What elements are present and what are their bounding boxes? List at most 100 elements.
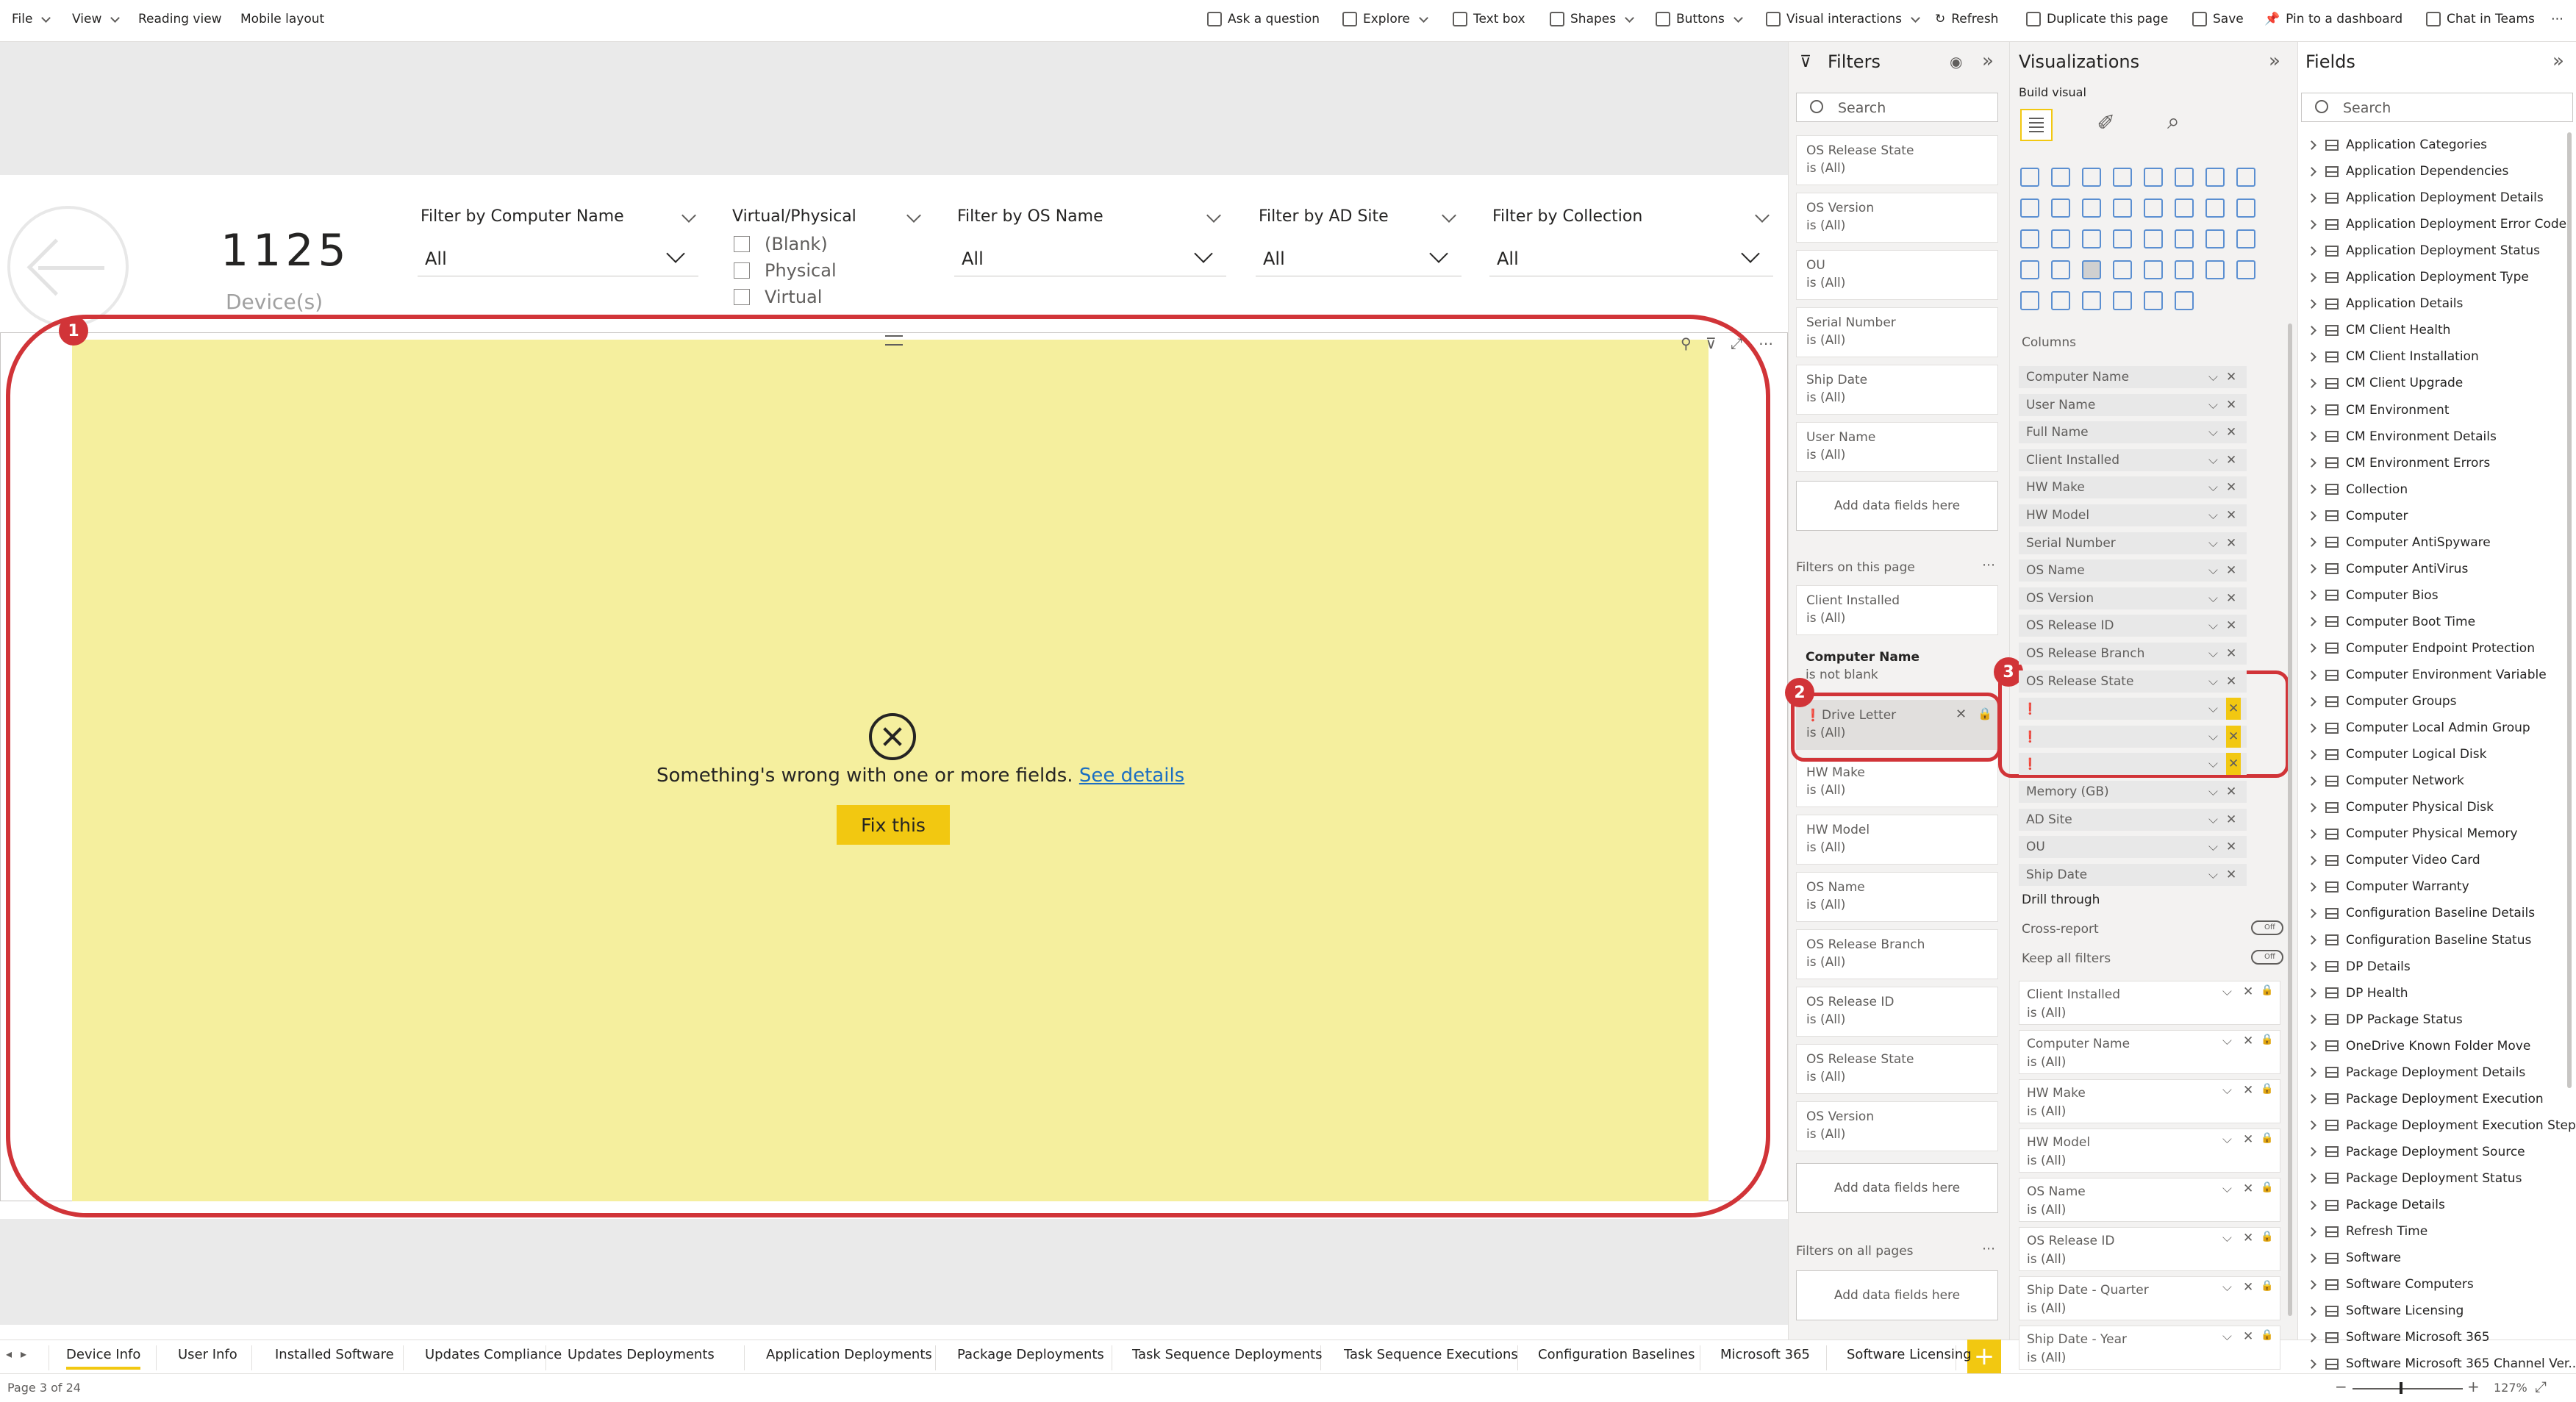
pin-dashboard-button[interactable]: 📌 Pin to a dashboard (2264, 12, 2403, 26)
shapes-menu[interactable]: Shapes (1550, 12, 1633, 26)
expand-chevron-icon[interactable] (2307, 988, 2316, 998)
more-options-icon[interactable]: ⋯ (1759, 335, 1773, 352)
slicer-ad-site-dropdown[interactable]: All (1256, 240, 1461, 276)
drill-through-card[interactable]: Client Installed is (All) ⌵ ✕ 🔒 (2019, 981, 2280, 1025)
remove-field-icon[interactable]: ✕ (2226, 559, 2236, 582)
chevron-down-icon[interactable]: ⌵ (2222, 984, 2232, 999)
mobile-layout-button[interactable]: Mobile layout (240, 12, 324, 26)
field-table-item[interactable]: Computer AntiVirus (2307, 558, 2468, 580)
expand-chevron-icon[interactable] (2307, 776, 2316, 786)
filter-card-client-installed[interactable]: Client Installed is (All) (1796, 585, 1998, 635)
field-table-item[interactable]: Computer (2307, 505, 2408, 527)
field-table-item[interactable]: Configuration Baseline Status (2307, 929, 2531, 951)
chevron-down-icon[interactable]: ⌵ (2222, 1231, 2232, 1245)
expand-chevron-icon[interactable] (2307, 590, 2316, 601)
more-options-icon[interactable]: ⋯ (2551, 12, 2564, 26)
field-table-item[interactable]: Software Computers (2307, 1273, 2474, 1295)
expand-chevron-icon[interactable] (2307, 458, 2316, 468)
duplicate-page-button[interactable]: Duplicate this page (2026, 12, 2168, 26)
column-field-chip[interactable]: OU ⌵ ✕ (2019, 836, 2247, 859)
field-table-item[interactable]: DP Package Status (2307, 1009, 2463, 1031)
page-tab[interactable]: Configuration Baselines (1538, 1347, 1695, 1362)
file-menu[interactable]: File (12, 12, 49, 26)
remove-field-icon[interactable]: ✕ (2226, 504, 2236, 526)
expand-chevron-icon[interactable] (2307, 272, 2316, 282)
drill-through-card[interactable]: OS Name is (All) ⌵ ✕ 🔒 (2019, 1178, 2280, 1222)
filter-card-os-release-state[interactable]: OS Release State is (All) (1796, 135, 1998, 185)
treemap-icon[interactable] (2051, 229, 2070, 248)
column-field-chip[interactable]: User Name ⌵ ✕ (2019, 393, 2247, 416)
reading-view-button[interactable]: Reading view (138, 12, 222, 26)
expand-chevron-icon[interactable] (2307, 166, 2316, 176)
field-table-item[interactable]: Refresh Time (2307, 1220, 2427, 1242)
expand-chevron-icon[interactable] (2307, 432, 2316, 441)
page-tab[interactable]: Package Deployments (957, 1347, 1104, 1362)
column-field-chip[interactable]: OS Release Branch ⌵ ✕ (2019, 643, 2247, 665)
lock-icon[interactable]: 🔒 (2261, 984, 2273, 996)
expand-chevron-icon[interactable] (2307, 749, 2316, 759)
field-table-item[interactable]: Package Deployment Details (2307, 1062, 2525, 1084)
drill-through-card[interactable]: Ship Date - Year is (All) ⌵ ✕ 🔒 (2019, 1326, 2280, 1370)
area-chart-icon[interactable] (2236, 168, 2255, 187)
filters-search-input[interactable]: Search (1796, 93, 1998, 122)
remove-field-icon[interactable]: ✕ (2226, 670, 2236, 693)
more-options-icon[interactable]: ⋯ (1982, 1241, 1995, 1256)
field-table-item[interactable]: CM Environment (2307, 399, 2450, 421)
filter-card-ship-date[interactable]: Ship Date is (All) (1796, 365, 1998, 415)
expand-chevron-icon[interactable] (2307, 1306, 2316, 1316)
expand-chevron-icon[interactable] (2307, 855, 2316, 865)
decomposition-tree-icon[interactable] (2144, 260, 2163, 279)
add-data-fields-visual[interactable]: Add data fields here (1796, 481, 1998, 531)
card-icon[interactable] (2205, 229, 2225, 248)
expand-chevron-icon[interactable] (2307, 140, 2316, 150)
chevron-down-icon[interactable]: ⌵ (2208, 809, 2218, 831)
clustered-bar-chart-icon[interactable] (2082, 168, 2101, 187)
column-field-chip[interactable]: ❗ ⌵ ✕ (2019, 698, 2247, 720)
view-menu[interactable]: View (72, 12, 118, 26)
column-field-chip[interactable]: Full Name ⌵ ✕ (2019, 421, 2247, 444)
expand-chevron-icon[interactable] (2307, 1120, 2316, 1131)
expand-chevron-icon[interactable] (2307, 1041, 2316, 1051)
tab-scroll-left-icon[interactable]: ◂ (6, 1347, 12, 1361)
expand-chevron-icon[interactable] (2307, 511, 2316, 521)
eye-icon[interactable]: ◉ (1950, 53, 1962, 71)
expand-chevron-icon[interactable] (2307, 617, 2316, 627)
chevron-down-icon[interactable]: ⌵ (2222, 1083, 2232, 1098)
clear-filter-icon[interactable]: ✕ (2243, 1083, 2253, 1098)
visual-interactions-menu[interactable]: Visual interactions (1766, 12, 1919, 26)
chevron-down-icon[interactable]: ⌵ (2208, 532, 2218, 554)
field-table-item[interactable]: Collection (2307, 479, 2408, 501)
expand-chevron-icon[interactable] (2307, 1359, 2316, 1369)
remove-field-icon[interactable]: ✕ (2226, 421, 2236, 443)
back-button[interactable] (7, 206, 129, 327)
chevron-down-icon[interactable]: ⌵ (2222, 1280, 2232, 1295)
column-field-chip[interactable]: ❗ ⌵ ✕ (2019, 725, 2247, 748)
field-table-item[interactable]: Package Deployment Source (2307, 1141, 2525, 1163)
column-field-chip[interactable]: OS Release State ⌵ ✕ (2019, 670, 2247, 693)
refresh-button[interactable]: ↻ Refresh (1935, 12, 1998, 26)
chevron-down-icon[interactable]: ⌵ (2208, 753, 2218, 775)
power-automate-icon[interactable] (2113, 291, 2132, 310)
filter-card-user-name[interactable]: User Name is (All) (1796, 422, 1998, 472)
expand-chevron-icon[interactable] (2307, 564, 2316, 574)
custom-visual-icon[interactable] (2144, 291, 2163, 310)
field-table-item[interactable]: Computer Environment Variable (2307, 664, 2547, 686)
collapse-pane-icon[interactable]: » (1982, 50, 1994, 72)
table-icon[interactable] (2082, 260, 2101, 279)
expand-chevron-icon[interactable] (2307, 882, 2316, 892)
slicer-computer-name-dropdown[interactable]: All (418, 240, 698, 276)
tab-scroll-right-icon[interactable]: ▸ (21, 1347, 26, 1361)
zoom-slider-thumb[interactable] (2400, 1382, 2403, 1394)
zoom-in-icon[interactable]: + (2467, 1378, 2480, 1395)
chat-teams-button[interactable]: Chat in Teams (2426, 12, 2535, 26)
expand-chevron-icon[interactable] (2307, 696, 2316, 707)
line-stacked-column-chart-icon[interactable] (2082, 199, 2101, 218)
100-bar-chart-icon[interactable] (2144, 168, 2163, 187)
field-table-item[interactable]: Computer AntiSpyware (2307, 532, 2491, 554)
page-tab[interactable]: Updates Compliance (425, 1347, 562, 1362)
expand-chevron-icon[interactable] (2307, 1094, 2316, 1104)
map-icon[interactable] (2082, 229, 2101, 248)
add-page-button[interactable]: + (1967, 1340, 2001, 1373)
checkbox-box[interactable] (734, 262, 750, 279)
expand-chevron-icon[interactable] (2307, 219, 2316, 229)
